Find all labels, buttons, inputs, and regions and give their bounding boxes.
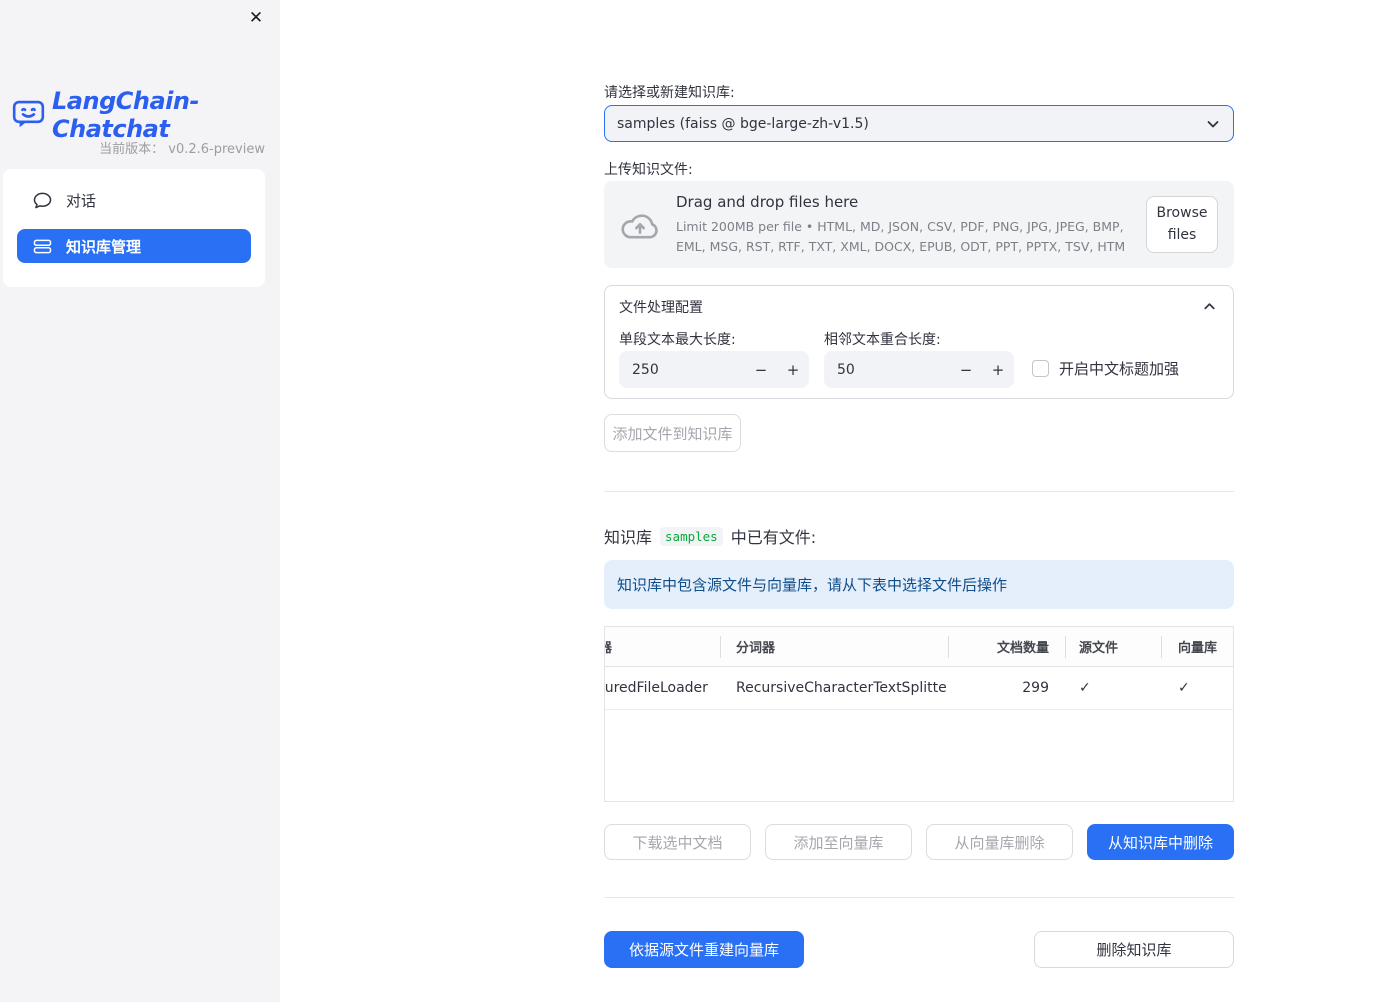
app-title: LangChain-Chatchat bbox=[52, 87, 199, 143]
column-header-doc-count[interactable]: 文档数量 bbox=[948, 627, 1065, 666]
kb-select[interactable]: samples (faiss @ bge-large-zh-v1.5) bbox=[604, 105, 1234, 142]
upload-label: 上传知识文件: bbox=[604, 162, 693, 178]
zh-title-enhance-checkbox[interactable] bbox=[1032, 360, 1049, 377]
download-selected-button[interactable]: 下载选中文档 bbox=[604, 824, 751, 860]
sidebar-menu: 对话 知识库管理 bbox=[3, 169, 265, 287]
overlap-input[interactable]: 50 − + bbox=[824, 351, 1014, 388]
column-header-loader[interactable]: 文档加载器 bbox=[605, 627, 720, 666]
close-sidebar-icon[interactable]: ✕ bbox=[244, 6, 268, 30]
column-separator bbox=[720, 636, 721, 658]
kb-files-prefix: 知识库 bbox=[604, 528, 653, 547]
add-to-vector-store-button[interactable]: 添加至向量库 bbox=[765, 824, 912, 860]
delete-kb-button[interactable]: 删除知识库 bbox=[1034, 931, 1234, 968]
divider bbox=[604, 897, 1234, 898]
chevron-up-icon[interactable] bbox=[1202, 299, 1217, 314]
decrement-button[interactable]: − bbox=[745, 351, 777, 388]
database-stack-icon bbox=[33, 238, 52, 255]
chunk-size-label: 单段文本最大长度: bbox=[619, 332, 736, 348]
increment-button[interactable]: + bbox=[982, 351, 1014, 388]
rebuild-vector-store-button[interactable]: 依据源文件重建向量库 bbox=[604, 931, 804, 968]
file-config-title[interactable]: 文件处理配置 bbox=[619, 297, 703, 317]
cell-splitter: RecursiveCharacterTextSplitter bbox=[736, 680, 948, 696]
version-value: v0.2.6-preview bbox=[168, 142, 265, 157]
dropzone-title: Drag and drop files here bbox=[676, 193, 859, 212]
zh-title-enhance-option[interactable]: 开启中文标题加强 bbox=[1032, 358, 1179, 379]
sidebar: ✕ LangChain-Chatchat 当前版本： v0.2.6-previe… bbox=[0, 0, 280, 1002]
delete-from-kb-button[interactable]: 从知识库中删除 bbox=[1087, 824, 1234, 860]
check-icon: ✓ bbox=[1079, 680, 1091, 696]
sidebar-item-label: 知识库管理 bbox=[66, 237, 142, 256]
kb-files-suffix: 中已有文件: bbox=[730, 528, 817, 547]
info-banner: 知识库中包含源文件与向量库，请从下表中选择文件后操作 bbox=[604, 560, 1234, 609]
dropzone-instructions: Drag and drop files here Limit 200MB per… bbox=[676, 193, 1130, 256]
file-config-expander: 文件处理配置 单段文本最大长度: 250 − + 相邻文本重合长度: 50 − … bbox=[604, 285, 1234, 399]
version-label: 当前版本： bbox=[99, 142, 165, 157]
column-separator bbox=[1065, 636, 1066, 658]
cell-loader: UnstructuredFileLoader bbox=[605, 680, 708, 696]
kb-name-code: samples bbox=[660, 526, 723, 546]
column-separator bbox=[1161, 636, 1162, 658]
column-header-vector-store[interactable]: 向量库 bbox=[1161, 627, 1233, 666]
sidebar-item-dialogue[interactable]: 对话 bbox=[17, 183, 251, 217]
app-logo: LangChain-Chatchat bbox=[12, 87, 280, 143]
file-dropzone[interactable]: Drag and drop files here Limit 200MB per… bbox=[604, 181, 1234, 268]
increment-button[interactable]: + bbox=[777, 351, 809, 388]
sidebar-item-knowledge-base[interactable]: 知识库管理 bbox=[17, 229, 251, 263]
chunk-size-input[interactable]: 250 − + bbox=[619, 351, 809, 388]
divider bbox=[604, 491, 1234, 492]
column-header-splitter[interactable]: 分词器 bbox=[720, 627, 948, 666]
overlap-label: 相邻文本重合长度: bbox=[824, 332, 941, 348]
table-row[interactable]: UnstructuredFileLoader RecursiveCharacte… bbox=[605, 667, 1233, 710]
kb-select-label: 请选择或新建知识库: bbox=[604, 85, 735, 101]
browse-files-button[interactable]: Browse files bbox=[1146, 195, 1218, 254]
table-header-row: 文档加载器 分词器 文档数量 源文件 向量库 bbox=[605, 627, 1233, 667]
cell-doc-count: 299 bbox=[1022, 680, 1049, 696]
chevron-down-icon bbox=[1205, 116, 1221, 132]
overlap-value: 50 bbox=[837, 361, 855, 378]
column-header-source-file[interactable]: 源文件 bbox=[1065, 627, 1161, 666]
delete-from-vector-store-button[interactable]: 从向量库删除 bbox=[926, 824, 1073, 860]
kb-files-table[interactable]: 文档加载器 分词器 文档数量 源文件 向量库 UnstructuredFileL… bbox=[604, 626, 1234, 802]
zh-title-enhance-label: 开启中文标题加强 bbox=[1059, 360, 1180, 378]
cell-vector-store-check: ✓ bbox=[1161, 667, 1233, 709]
add-files-to-kb-button[interactable]: 添加文件到知识库 bbox=[604, 414, 741, 452]
check-icon: ✓ bbox=[1178, 680, 1190, 696]
chat-bubble-icon bbox=[33, 192, 52, 209]
column-separator bbox=[948, 636, 949, 658]
decrement-button[interactable]: − bbox=[950, 351, 982, 388]
cell-source-file-check: ✓ bbox=[1065, 667, 1161, 709]
kb-select-value: samples (faiss @ bge-large-zh-v1.5) bbox=[617, 115, 869, 132]
version-info: 当前版本： v0.2.6-preview bbox=[99, 138, 265, 157]
chunk-size-value: 250 bbox=[632, 361, 659, 378]
sidebar-item-label: 对话 bbox=[66, 191, 97, 210]
chat-smiley-logo-icon bbox=[12, 100, 45, 130]
cloud-upload-icon bbox=[620, 209, 660, 241]
main-content: 请选择或新建知识库: samples (faiss @ bge-large-zh… bbox=[604, 0, 1234, 1002]
dropzone-limits: Limit 200MB per file • HTML, MD, JSON, C… bbox=[676, 219, 1126, 254]
kb-files-heading: 知识库 samples 中已有文件: bbox=[604, 524, 816, 548]
